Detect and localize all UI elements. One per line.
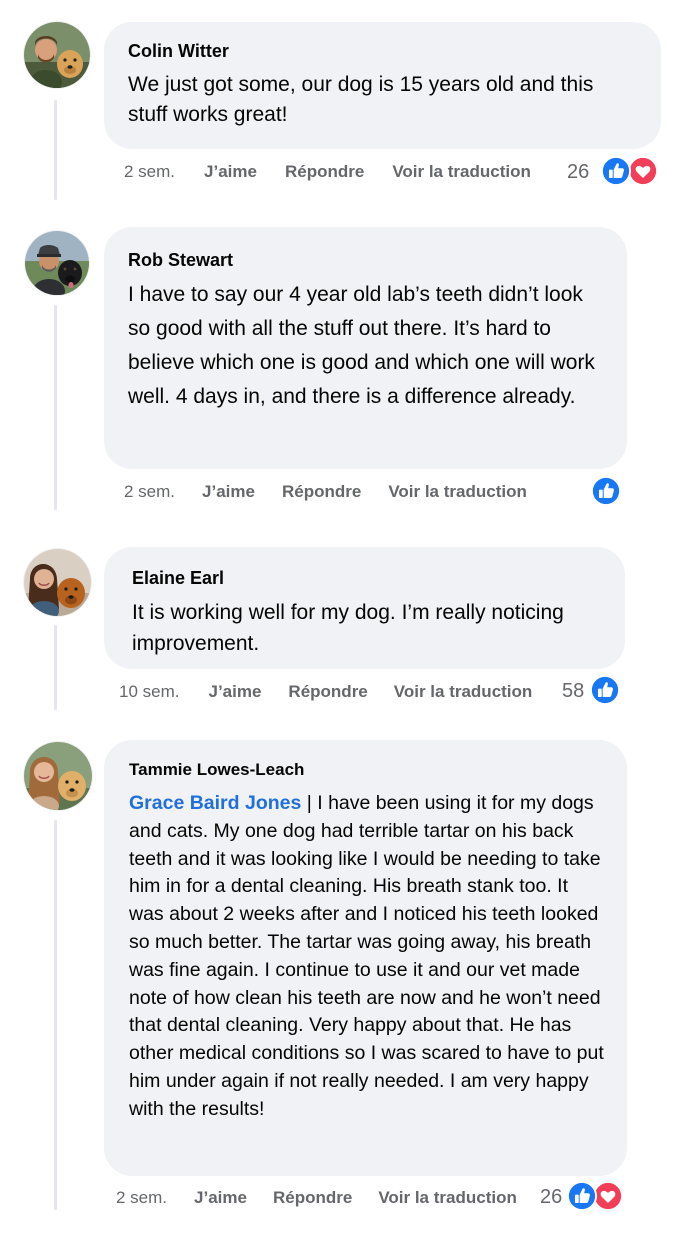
comment-text-body: | I have been using it for my dogs and c… <box>129 792 604 1120</box>
thread-line <box>54 100 57 200</box>
comment-actions: 10 sem. J’aime Répondre Voir la traducti… <box>119 680 532 704</box>
comment-text: We just got some, our dog is 15 years ol… <box>128 73 594 126</box>
comment-text: It is working well for my dog. I’m reall… <box>132 601 564 655</box>
like-icon[interactable] <box>567 1181 597 1211</box>
comment-timestamp[interactable]: 2 sem. <box>124 482 175 502</box>
comment-author[interactable]: Rob Stewart <box>128 249 603 271</box>
comment-author[interactable]: Tammie Lowes-Leach <box>129 759 605 781</box>
like-icon[interactable] <box>601 156 631 186</box>
like-button[interactable]: J’aime <box>208 682 261 702</box>
avatar[interactable] <box>24 742 92 810</box>
comment-text: Grace Baird Jones | I have been using it… <box>129 790 605 1124</box>
reply-button[interactable]: Répondre <box>285 162 364 182</box>
mention-link[interactable]: Grace Baird Jones <box>129 792 301 814</box>
see-translation-button[interactable]: Voir la traduction <box>378 1188 517 1208</box>
profile-photo-icon <box>24 549 91 616</box>
reaction-count[interactable]: 26 <box>567 160 589 184</box>
profile-photo-icon <box>25 231 89 295</box>
avatar[interactable] <box>25 231 89 295</box>
comment-text: I have to say our 4 year old lab’s teeth… <box>128 283 595 408</box>
avatar[interactable] <box>24 22 90 88</box>
comment-actions: 2 sem. J’aime Répondre Voir la traductio… <box>124 480 527 504</box>
thread-line <box>54 305 57 510</box>
comment-bubble: Rob Stewart I have to say our 4 year old… <box>104 227 627 469</box>
like-icon[interactable] <box>591 476 621 506</box>
reply-button[interactable]: Répondre <box>273 1188 352 1208</box>
see-translation-button[interactable]: Voir la traduction <box>388 482 527 502</box>
comment-bubble: Colin Witter We just got some, our dog i… <box>104 22 661 149</box>
see-translation-button[interactable]: Voir la traduction <box>392 162 531 182</box>
comment-author[interactable]: Elaine Earl <box>132 567 597 589</box>
comment-bubble: Tammie Lowes-Leach Grace Baird Jones | I… <box>104 740 627 1176</box>
reaction-count[interactable]: 58 <box>562 679 584 703</box>
like-button[interactable]: J’aime <box>204 162 257 182</box>
avatar[interactable] <box>24 549 91 616</box>
see-translation-button[interactable]: Voir la traduction <box>394 682 533 702</box>
comment-actions: 2 sem. J’aime Répondre Voir la traductio… <box>124 160 531 184</box>
like-icon[interactable] <box>590 675 620 705</box>
love-icon[interactable] <box>593 1181 623 1211</box>
comment-bubble: Elaine Earl It is working well for my do… <box>104 547 625 669</box>
comment-timestamp[interactable]: 2 sem. <box>116 1188 167 1208</box>
like-button[interactable]: J’aime <box>202 482 255 502</box>
profile-photo-icon <box>24 742 92 810</box>
comment-timestamp[interactable]: 2 sem. <box>124 162 175 182</box>
comment-author[interactable]: Colin Witter <box>128 40 637 62</box>
comment-timestamp[interactable]: 10 sem. <box>119 682 179 702</box>
love-icon[interactable] <box>628 156 658 186</box>
reaction-count[interactable]: 26 <box>540 1185 562 1209</box>
profile-photo-icon <box>24 22 90 88</box>
reply-button[interactable]: Répondre <box>282 482 361 502</box>
like-button[interactable]: J’aime <box>194 1188 247 1208</box>
reply-button[interactable]: Répondre <box>288 682 367 702</box>
thread-line <box>54 820 57 1210</box>
comment-actions: 2 sem. J’aime Répondre Voir la traductio… <box>116 1186 517 1210</box>
thread-line <box>54 625 57 710</box>
